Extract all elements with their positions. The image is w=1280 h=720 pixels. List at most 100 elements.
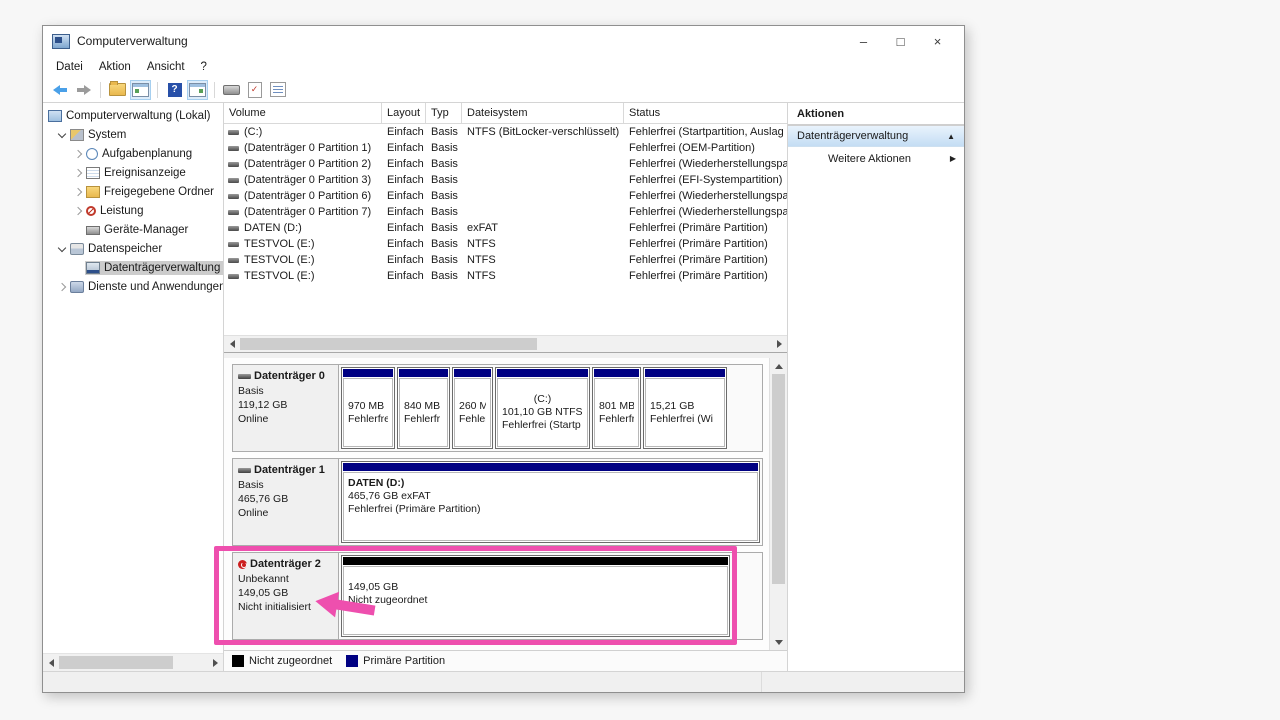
volume-row[interactable]: (Datenträger 0 Partition 7) Einfach Basi…	[224, 204, 787, 220]
column-header-layout[interactable]: Layout	[382, 103, 426, 123]
scroll-up-button[interactable]	[770, 358, 787, 374]
volume-row[interactable]: TESTVOL (E:) Einfach Basis NTFS Fehlerfr…	[224, 252, 787, 268]
properties-icon[interactable]	[267, 80, 288, 100]
partition-name: (C:)	[502, 393, 583, 406]
column-header-dateisystem[interactable]: Dateisystem	[462, 103, 624, 123]
tree-item-freigegebene-ordner[interactable]: Freigegebene Ordner	[43, 182, 223, 201]
tree-item-computerverwaltung[interactable]: Computerverwaltung (Lokal)	[43, 106, 223, 125]
volume-row[interactable]: (Datenträger 0 Partition 3) Einfach Basi…	[224, 172, 787, 188]
disk-label[interactable]: Datenträger 0 Basis 119,12 GB Online	[233, 365, 339, 451]
tree-item-geraete-manager[interactable]: Geräte-Manager	[43, 220, 223, 239]
volume-typ: Basis	[426, 158, 462, 170]
scroll-left-button[interactable]	[224, 336, 240, 352]
volume-layout: Einfach	[382, 142, 426, 154]
console-tree-icon[interactable]	[130, 80, 151, 100]
tree-item-leistung[interactable]: Leistung	[43, 201, 223, 220]
column-header-status[interactable]: Status	[624, 103, 787, 123]
help-icon[interactable]: ?	[164, 80, 185, 100]
maximize-button[interactable]: □	[882, 26, 919, 56]
column-header-volume[interactable]: Volume	[224, 103, 382, 123]
submenu-arrow-icon: ▶	[950, 154, 956, 163]
partition-c-drive[interactable]: (C:) 101,10 GB NTFS Fehlerfrei (Startp	[495, 367, 590, 449]
scroll-track[interactable]	[59, 654, 207, 671]
close-button[interactable]: ×	[919, 26, 956, 56]
graph-vertical-scrollbar[interactable]	[769, 358, 787, 650]
volume-status: Fehlerfrei (Primäre Partition)	[624, 254, 787, 266]
volume-list-horizontal-scrollbar[interactable]	[224, 335, 787, 353]
disk-label[interactable]: Datenträger 2 Unbekannt 149,05 GB Nicht …	[233, 553, 339, 639]
chevron-right-icon[interactable]	[70, 189, 85, 195]
disk-management-pane: Volume Layout Typ Dateisystem Status (C:…	[224, 103, 788, 671]
partition[interactable]: 840 MB Fehlerfr	[397, 367, 450, 449]
tree-item-system[interactable]: System	[43, 125, 223, 144]
disk-icon	[228, 226, 239, 231]
toolbar-separator	[157, 82, 158, 98]
volume-name: (C:)	[244, 126, 262, 138]
tree-item-ereignisanzeige[interactable]: Ereignisanzeige	[43, 163, 223, 182]
partition[interactable]: 970 MB Fehlerfre	[341, 367, 395, 449]
legend-label: Nicht zugeordnet	[249, 655, 332, 667]
tree-item-datenspeicher[interactable]: Datenspeicher	[43, 239, 223, 258]
actions-item-weitere-aktionen[interactable]: Weitere Aktionen ▶	[788, 147, 964, 170]
partition-unallocated[interactable]: 149,05 GB Nicht zugeordnet	[341, 555, 730, 637]
chevron-right-icon[interactable]	[70, 151, 85, 157]
menu-item-aktion[interactable]: Aktion	[91, 59, 139, 75]
partition-color-band	[343, 463, 758, 471]
scroll-thumb[interactable]	[772, 374, 785, 584]
partition-d-drive[interactable]: DATEN (D:) 465,76 GB exFAT Fehlerfrei (P…	[341, 461, 760, 543]
volume-row[interactable]: TESTVOL (E:) Einfach Basis NTFS Fehlerfr…	[224, 268, 787, 284]
actions-group-datentraegerverwaltung[interactable]: Datenträgerverwaltung ▲	[788, 126, 964, 147]
folder-icon[interactable]	[107, 80, 128, 100]
scroll-right-button[interactable]	[771, 336, 787, 352]
forward-icon[interactable]	[73, 80, 94, 100]
checklist-icon[interactable]: ✓	[244, 80, 265, 100]
volume-row[interactable]: (Datenträger 0 Partition 6) Einfach Basi…	[224, 188, 787, 204]
menu-item-hilfe[interactable]: ?	[193, 59, 215, 75]
volume-layout: Einfach	[382, 238, 426, 250]
volume-row[interactable]: (Datenträger 0 Partition 2) Einfach Basi…	[224, 156, 787, 172]
partition-status: Fehlerfrei (Startp	[502, 419, 583, 432]
collapse-icon[interactable]: ▲	[947, 132, 955, 141]
tree-item-datentraegerverwaltung[interactable]: Datenträgerverwaltung	[43, 258, 223, 277]
partition[interactable]: 801 MB Fehlerfr	[592, 367, 641, 449]
disk-label[interactable]: Datenträger 1 Basis 465,76 GB Online	[233, 459, 339, 545]
scroll-right-button[interactable]	[207, 654, 223, 671]
disk-icon	[228, 178, 239, 183]
chevron-right-icon[interactable]	[70, 208, 85, 214]
volume-row[interactable]: (C:) Einfach Basis NTFS (BitLocker-versc…	[224, 124, 787, 140]
scroll-down-button[interactable]	[770, 634, 787, 650]
partition[interactable]: 15,21 GB Fehlerfrei (Wi	[643, 367, 727, 449]
scroll-track[interactable]	[770, 374, 787, 634]
partition-color-band	[497, 369, 588, 377]
minimize-button[interactable]: –	[845, 26, 882, 56]
chevron-right-icon[interactable]	[54, 284, 69, 290]
menu-item-ansicht[interactable]: Ansicht	[139, 59, 193, 75]
volume-status: Fehlerfrei (Primäre Partition)	[624, 222, 787, 234]
back-icon[interactable]	[50, 80, 71, 100]
app-icon	[52, 34, 70, 49]
scroll-left-button[interactable]	[43, 654, 59, 671]
tree-item-dienste-und-anwendungen[interactable]: Dienste und Anwendungen	[43, 277, 223, 296]
tree-horizontal-scrollbar[interactable]	[43, 653, 223, 671]
disk-icon	[238, 468, 251, 473]
disk-icon	[228, 210, 239, 215]
tree-item-label: Ereignisanzeige	[104, 167, 186, 179]
action-pane-icon[interactable]	[187, 80, 208, 100]
column-header-typ[interactable]: Typ	[426, 103, 462, 123]
disk-kind: Unbekannt	[238, 572, 333, 586]
disk-icon	[228, 242, 239, 247]
volume-row[interactable]: TESTVOL (E:) Einfach Basis NTFS Fehlerfr…	[224, 236, 787, 252]
scroll-thumb[interactable]	[59, 656, 173, 669]
chevron-down-icon[interactable]	[54, 133, 69, 137]
scroll-track[interactable]	[240, 336, 771, 352]
chevron-right-icon[interactable]	[70, 170, 85, 176]
menu-item-datei[interactable]: Datei	[48, 59, 91, 75]
scroll-thumb[interactable]	[240, 338, 537, 350]
titlebar[interactable]: Computerverwaltung – □ ×	[43, 26, 964, 56]
volume-row[interactable]: DATEN (D:) Einfach Basis exFAT Fehlerfre…	[224, 220, 787, 236]
device-icon[interactable]	[221, 80, 242, 100]
tree-item-aufgabenplanung[interactable]: Aufgabenplanung	[43, 144, 223, 163]
partition[interactable]: 260 M Fehler	[452, 367, 493, 449]
chevron-down-icon[interactable]	[54, 247, 69, 251]
volume-row[interactable]: (Datenträger 0 Partition 1) Einfach Basi…	[224, 140, 787, 156]
